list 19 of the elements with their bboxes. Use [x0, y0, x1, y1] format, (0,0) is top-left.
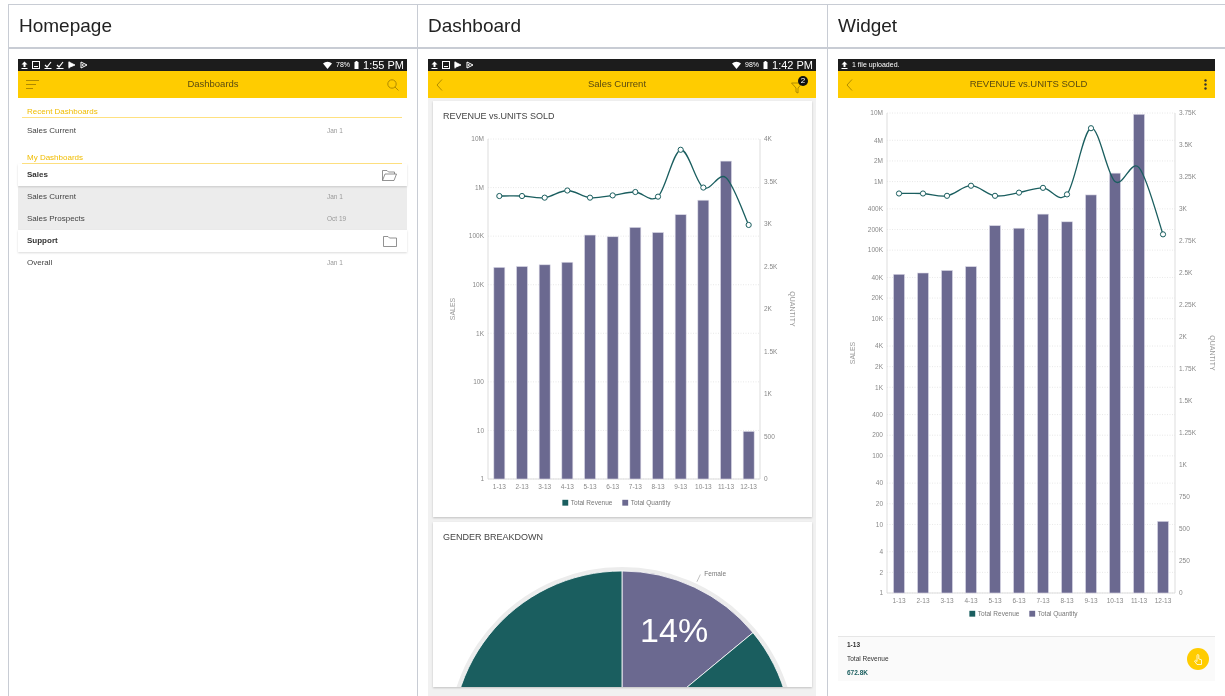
- dashboard-name: Sales Current: [27, 125, 77, 137]
- widget-title: REVENUE vs.UNITS SOLD: [442, 110, 556, 123]
- dashboard-name: Sales Prospects: [27, 213, 86, 225]
- section-heading: Recent Dashboards: [22, 98, 402, 118]
- slice-percent-label: 14%: [640, 611, 709, 650]
- app-bar-title: Sales Current: [587, 77, 647, 92]
- clock-time: 1:42 PM: [772, 59, 813, 71]
- folder-name: Support: [27, 235, 59, 247]
- column-heading: Homepage: [9, 5, 418, 49]
- dashboard-name: Sales Current: [27, 191, 77, 203]
- app-bar-title: Dashboards: [187, 77, 239, 92]
- clock-time: 1:55 PM: [363, 59, 404, 71]
- dashboard-name: Overall: [27, 257, 54, 269]
- app-bar-title: REVENUE vs.UNITS SOLD: [969, 77, 1088, 92]
- folder-name: Sales: [27, 169, 49, 181]
- widget-title: GENDER BREAKDOWN: [442, 530, 544, 544]
- filter-count-badge: 2: [798, 75, 808, 86]
- column-heading: Dashboard: [418, 5, 828, 49]
- column-heading: Widget: [828, 5, 1225, 49]
